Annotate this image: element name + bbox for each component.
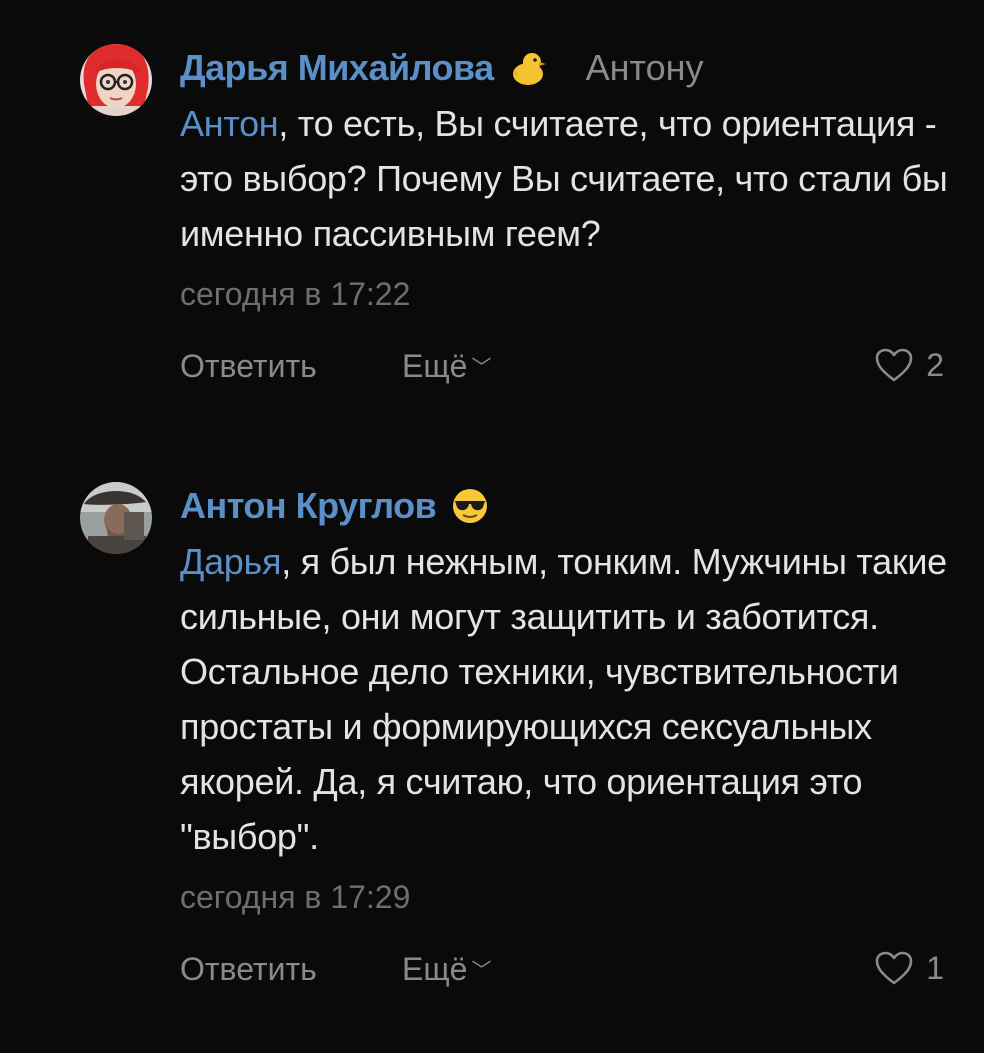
comment-text: Антон, то есть, Вы считаете, что ориента… bbox=[180, 96, 960, 261]
comment-body: , то есть, Вы считаете, что ориентация -… bbox=[180, 103, 948, 254]
reply-button[interactable]: Ответить bbox=[180, 944, 317, 994]
mention-link[interactable]: Дарья bbox=[180, 541, 281, 582]
timestamp: сегодня в 17:29 bbox=[180, 879, 411, 915]
like-count: 1 bbox=[926, 950, 944, 986]
chick-emoji-icon bbox=[508, 48, 548, 88]
author-name[interactable]: Дарья Михайлова bbox=[180, 47, 494, 89]
reply-button[interactable]: Ответить bbox=[180, 341, 317, 391]
chevron-down-icon: ﹀ bbox=[471, 960, 492, 982]
sunglasses-emoji-icon bbox=[450, 486, 490, 526]
comment-text: Дарья, я был нежным, тонким. Мужчины так… bbox=[180, 534, 960, 864]
like-button[interactable]: 1 bbox=[874, 948, 944, 988]
heart-icon bbox=[875, 951, 913, 985]
chevron-down-icon: ﹀ bbox=[471, 357, 492, 379]
more-button[interactable]: Ещё ﹀ bbox=[402, 341, 491, 396]
heart-icon bbox=[875, 348, 913, 382]
more-button[interactable]: Ещё ﹀ bbox=[402, 944, 491, 999]
comment-actions: Ответить Ещё ﹀ 1 bbox=[180, 944, 960, 994]
mention-link[interactable]: Антон bbox=[180, 103, 279, 144]
like-count: 2 bbox=[926, 347, 944, 383]
more-label: Ещё bbox=[402, 951, 468, 987]
comment-actions: Ответить Ещё ﹀ 2 bbox=[180, 341, 960, 391]
comment-header: Антон Круглов bbox=[180, 478, 960, 534]
avatar[interactable] bbox=[80, 482, 152, 554]
reply-to-label[interactable]: Антону bbox=[586, 47, 704, 89]
timestamp: сегодня в 17:22 bbox=[180, 276, 411, 312]
author-name[interactable]: Антон Круглов bbox=[180, 485, 437, 527]
comment-header: Дарья Михайлова Антону bbox=[180, 40, 960, 96]
comment-body: , я был нежным, тонким. Мужчины такие си… bbox=[180, 541, 947, 857]
like-button[interactable]: 2 bbox=[874, 345, 944, 385]
avatar[interactable] bbox=[80, 44, 152, 116]
comments-feed: Дарья Михайлова Антону Антон, то есть, В… bbox=[0, 0, 984, 1053]
more-label: Ещё bbox=[402, 348, 468, 384]
